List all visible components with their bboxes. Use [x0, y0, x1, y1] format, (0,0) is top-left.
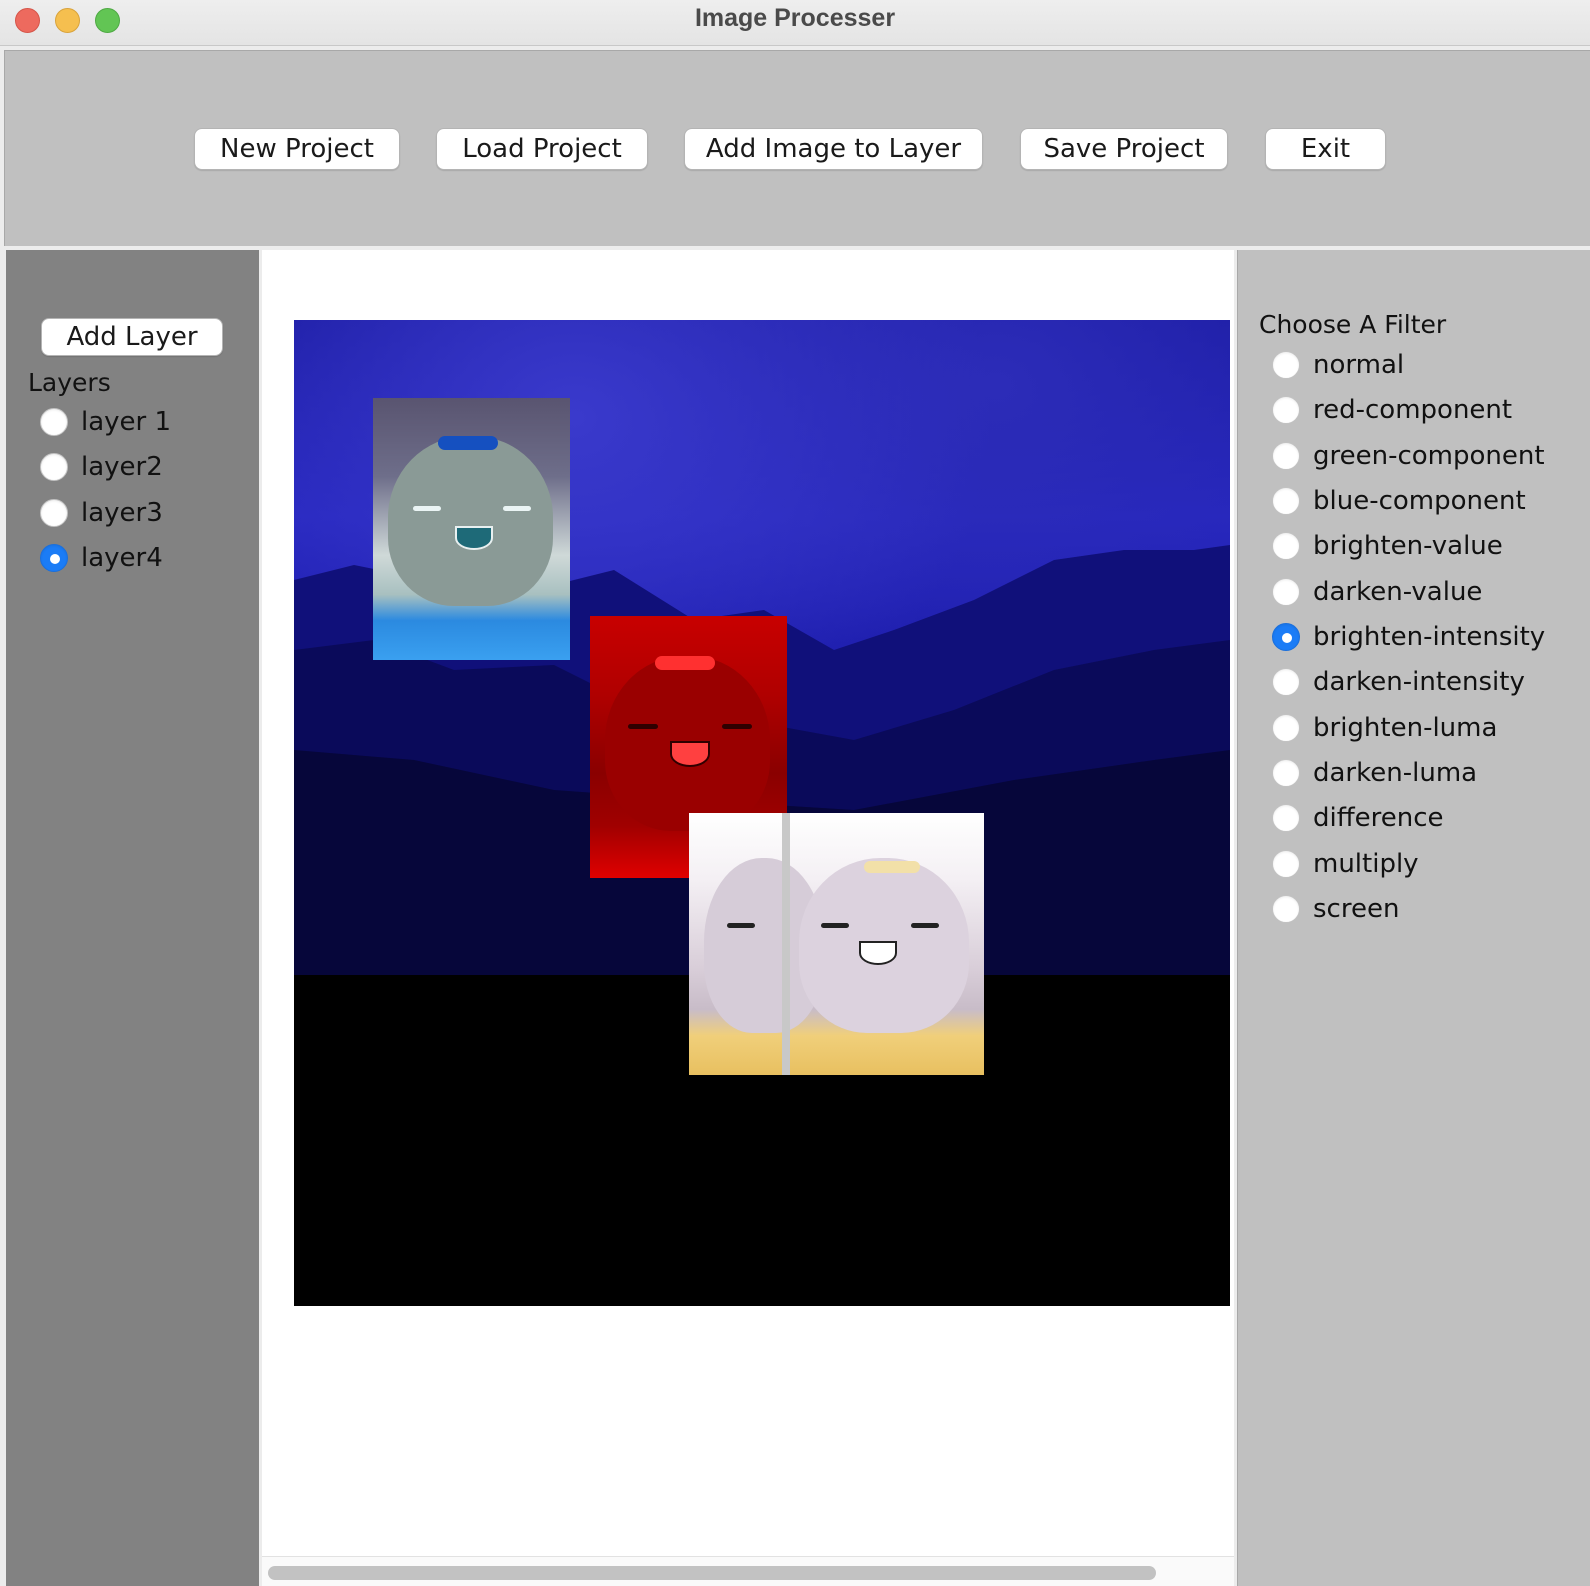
filter-option-brighten-value[interactable]: brighten-value [1272, 528, 1503, 564]
filter-label: normal [1313, 350, 1405, 380]
filter-option-darken-intensity[interactable]: darken-intensity [1272, 664, 1525, 700]
filter-label: screen [1313, 894, 1400, 924]
layer-label: layer3 [81, 498, 163, 528]
layer-option-4[interactable]: layer4 [40, 540, 163, 576]
radio-button[interactable] [1272, 351, 1300, 379]
radio-button-selected[interactable] [40, 544, 68, 572]
filter-label: green-component [1313, 441, 1545, 471]
layer-option-1[interactable]: layer 1 [40, 404, 171, 440]
filter-label: darken-value [1313, 577, 1483, 607]
exit-button[interactable]: Exit [1265, 128, 1386, 170]
add-image-to-layer-button[interactable]: Add Image to Layer [684, 128, 983, 170]
layers-heading: Layers [28, 368, 111, 397]
radio-button[interactable] [1272, 578, 1300, 606]
window-title: Image Processer [694, 4, 896, 32]
radio-button[interactable] [1272, 804, 1300, 832]
filter-label: red-component [1313, 395, 1513, 425]
radio-button[interactable] [1272, 759, 1300, 787]
radio-button[interactable] [1272, 532, 1300, 560]
new-project-button[interactable]: New Project [194, 128, 400, 170]
filter-label: darken-luma [1313, 758, 1478, 788]
canvas-scroll-pane[interactable] [262, 250, 1234, 1586]
filter-option-red-component[interactable]: red-component [1272, 392, 1512, 428]
radio-button[interactable] [40, 453, 68, 481]
composite-image [294, 320, 1230, 1306]
add-layer-button[interactable]: Add Layer [41, 318, 223, 356]
horizontal-scrollbar[interactable] [262, 1556, 1234, 1586]
layer-option-2[interactable]: layer2 [40, 449, 163, 485]
radio-button[interactable] [1272, 714, 1300, 742]
toolbar: New Project Load Project Add Image to La… [4, 50, 1590, 246]
radio-button[interactable] [1272, 895, 1300, 923]
layer-label: layer2 [81, 452, 163, 482]
scrollbar-thumb[interactable] [268, 1566, 1156, 1580]
filter-option-multiply[interactable]: multiply [1272, 846, 1419, 882]
filter-label: difference [1313, 803, 1444, 833]
radio-button-selected[interactable] [1272, 623, 1300, 651]
filter-label: multiply [1313, 849, 1419, 879]
filter-option-normal[interactable]: normal [1272, 347, 1404, 383]
filter-label: brighten-intensity [1313, 622, 1546, 652]
filter-label: blue-component [1313, 486, 1526, 516]
app-window: Image Processer New Project Load Project… [0, 0, 1590, 1586]
save-project-button[interactable]: Save Project [1020, 128, 1228, 170]
filter-option-brighten-luma[interactable]: brighten-luma [1272, 710, 1497, 746]
title-bar: Image Processer [0, 0, 1590, 46]
radio-button[interactable] [1272, 850, 1300, 878]
filter-label: brighten-value [1313, 531, 1503, 561]
filter-option-screen[interactable]: screen [1272, 891, 1399, 927]
filter-option-darken-luma[interactable]: darken-luma [1272, 755, 1477, 791]
radio-button[interactable] [1272, 487, 1300, 515]
radio-button[interactable] [40, 408, 68, 436]
load-project-button[interactable]: Load Project [436, 128, 648, 170]
filter-label: brighten-luma [1313, 713, 1498, 743]
filter-option-darken-value[interactable]: darken-value [1272, 574, 1482, 610]
radio-button[interactable] [1272, 396, 1300, 424]
radio-button[interactable] [1272, 442, 1300, 470]
filter-option-blue-component[interactable]: blue-component [1272, 483, 1526, 519]
radio-button[interactable] [40, 499, 68, 527]
layer-label: layer 1 [81, 407, 172, 437]
layer-image-3 [689, 813, 984, 1075]
filter-option-brighten-intensity[interactable]: brighten-intensity [1272, 619, 1545, 655]
layer-label: layer4 [81, 543, 163, 573]
layer-option-3[interactable]: layer3 [40, 495, 163, 531]
filter-option-green-component[interactable]: green-component [1272, 438, 1545, 474]
layers-panel: Add Layer Layers layer 1 layer2 layer3 l… [6, 250, 259, 1586]
filter-heading: Choose A Filter [1259, 310, 1447, 339]
filter-panel: Choose A Filter normal red-component gre… [1237, 250, 1590, 1586]
filter-option-difference[interactable]: difference [1272, 800, 1444, 836]
radio-button[interactable] [1272, 668, 1300, 696]
filter-label: darken-intensity [1313, 667, 1525, 697]
layer-image-1 [373, 398, 570, 660]
